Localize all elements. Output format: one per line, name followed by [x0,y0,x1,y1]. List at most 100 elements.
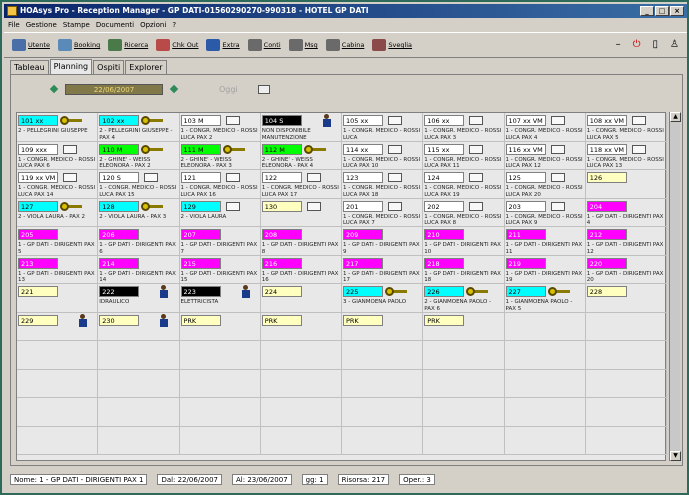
chk-out-button[interactable]: Chk Out [156,36,198,54]
search-icon [108,39,123,51]
guest-name: 1 - CONGR. MEDICO - ROSSI LUCA PAX 15 [99,185,177,198]
tab-explorer[interactable]: Explorer [125,60,167,74]
room-cell[interactable]: 101 xx 2 - PELLEGRINI GIUSEPPE [17,113,99,142]
menu-file[interactable]: File [8,19,20,31]
room-cell[interactable]: 222 IDRAULICO [98,284,180,313]
room-cell[interactable]: 211 1 - GP DATI - DIRIGENTI PAX 11 [504,227,586,256]
room-cell[interactable]: 208 1 - GP DATI - DIRIGENTI PAX 8 [260,227,342,256]
current-date[interactable]: 22/06/2007 [65,83,163,95]
room-cell[interactable]: 122 1 - CONGR. MEDICO - ROSSI LUCA PAX 17 [260,170,342,199]
minimize-button[interactable]: _ [640,6,654,16]
room-cell[interactable]: 227 1 - GIANMOENA PAOLO - PAX 5 [504,284,586,313]
room-cell[interactable]: 223 ELETTRICISTA [179,284,261,313]
room-cell[interactable]: 120 S 1 - CONGR. MEDICO - ROSSI LUCA PAX … [98,170,180,199]
maximize-button[interactable]: □ [655,6,669,16]
booking-button[interactable]: Booking [57,36,100,54]
close-button[interactable]: × [670,6,684,16]
room-cell[interactable]: 103 M 1 - CONGR. MEDICO - ROSSI LUCA PAX … [179,113,261,142]
sveglia-button[interactable]: Sveglia [372,36,412,54]
room-cell[interactable]: PRK [423,312,505,341]
room-cell[interactable]: 202 1 - CONGR. MEDICO - ROSSI LUCA PAX 8 [423,198,505,227]
menu-opzioni[interactable]: Opzioni [140,19,166,31]
room-cell[interactable]: 116 xx VM 1 - CONGR. MEDICO - ROSSI LUCA … [504,141,586,170]
menu-documenti[interactable]: Documenti [96,19,134,31]
room-cell[interactable]: 203 1 - CONGR. MEDICO - ROSSI LUCA PAX 9 [504,198,586,227]
conti-button[interactable]: Conti [247,36,281,54]
user-icon[interactable]: ♙ [670,39,679,50]
utente-button[interactable]: Utente [12,36,50,54]
room-cell[interactable]: 217 1 - GP DATI - DIRIGENTI PAX 17 [342,255,424,284]
scroll-up-button[interactable]: ▲ [670,112,681,122]
room-cell[interactable]: 118 xx VM 1 - CONGR. MEDICO - ROSSI LUCA … [585,141,667,170]
room-cell[interactable]: 218 1 - GP DATI - DIRIGENTI PAX 18 [423,255,505,284]
document-icon[interactable]: ▯ [653,39,659,50]
next-day-button[interactable] [169,84,179,94]
room-cell[interactable]: 221 [17,284,99,313]
room-cell[interactable]: 215 1 - GP DATI - DIRIGENTI PAX 15 [179,255,261,284]
power-icon[interactable]: ⏻ [633,39,641,50]
room-cell[interactable]: 212 1 - GP DATI - DIRIGENTI PAX 12 [585,227,667,256]
msg-button[interactable]: Msg [288,36,318,54]
room-cell[interactable]: 114 xx 1 - CONGR. MEDICO - ROSSI LUCA PAX… [342,141,424,170]
room-cell[interactable]: 125 1 - CONGR. MEDICO - ROSSI LUCA PAX 20 [504,170,586,199]
room-cell[interactable]: 216 1 - GP DATI - DIRIGENTI PAX 16 [260,255,342,284]
cabina-button[interactable]: Cabina [325,36,364,54]
room-cell[interactable]: 225 3 - GIANMOENA PAOLO [342,284,424,313]
room-cell[interactable]: 219 1 - GP DATI - DIRIGENTI PAX 19 [504,255,586,284]
room-cell[interactable]: 226 2 - GIANMOENA PAOLO - PAX 6 [423,284,505,313]
room-cell[interactable]: 102 xx 2 - PELLEGRINI GIUSEPPE - PAX 4 [98,113,180,142]
print-icon[interactable] [257,84,270,94]
room-cell[interactable]: 128 2 - VIOLA LAURA - PAX 3 [98,198,180,227]
room-cell[interactable]: 210 1 - GP DATI - DIRIGENTI PAX 10 [423,227,505,256]
room-cell[interactable]: PRK [179,312,261,341]
room-cell[interactable]: 107 xx VM 1 - CONGR. MEDICO - ROSSI LUCA … [504,113,586,142]
room-cell[interactable]: 229 [17,312,99,341]
vertical-scrollbar[interactable]: ▲ ▼ [669,112,681,461]
minimize-icon[interactable]: – [616,39,621,50]
room-cell[interactable]: 119 xx VM 1 - CONGR. MEDICO - ROSSI LUCA … [17,170,99,199]
tab-tableau[interactable]: Tableau [10,60,49,74]
menu-gestione[interactable]: Gestione [26,19,57,31]
room-cell[interactable]: 224 [260,284,342,313]
scroll-down-button[interactable]: ▼ [670,451,681,461]
room-cell[interactable]: 105 xx 1 - CONGR. MEDICO - ROSSI LUCA [342,113,424,142]
ricerca-button[interactable]: Ricerca [108,36,148,54]
room-cell[interactable]: 121 1 - CONGR. MEDICO - ROSSI LUCA PAX 16 [179,170,261,199]
room-cell[interactable]: 201 1 - CONGR. MEDICO - ROSSI LUCA PAX 7 [342,198,424,227]
tab-planning[interactable]: Planning [49,59,93,74]
room-cell[interactable]: 213 1 - GP DATI - DIRIGENTI PAX 13 [17,255,99,284]
room-cell[interactable]: 124 1 - CONGR. MEDICO - ROSSI LUCA PAX 19 [423,170,505,199]
room-cell[interactable]: PRK [260,312,342,341]
room-cell[interactable]: 228 [585,284,667,313]
extra-button[interactable]: Extra [206,36,240,54]
room-cell[interactable]: 112 M2 - GHINE' - WEISS ELEONORA - PAX 4 [260,141,342,170]
room-cell[interactable]: 127 2 - VIOLA LAURA - PAX 2 [17,198,99,227]
room-cell[interactable]: 110 M2 - GHINE' - WEISS ELEONORA - PAX 2 [98,141,180,170]
room-cell[interactable]: 104 S NON DISPONIBILE MANUTENZIONE [260,113,342,142]
room-cell[interactable]: 126 [585,170,667,199]
room-cell[interactable]: 111 M2 - GHINE' - WEISS ELEONORA - PAX 3 [179,141,261,170]
room-cell[interactable]: 205 1 - GP DATI - DIRIGENTI PAX 5 [17,227,99,256]
today-button[interactable]: Oggi [219,85,238,94]
room-cell[interactable]: PRK [342,312,424,341]
tab-ospiti[interactable]: Ospiti [93,60,125,74]
prev-day-button[interactable] [49,84,59,94]
room-cell[interactable]: 220 1 - GP DATI - DIRIGENTI PAX 20 [585,255,667,284]
room-cell[interactable]: 204 1 - GP DATI - DIRIGENTI PAX 4 [585,198,667,227]
menu-[interactable]: ? [172,19,176,31]
room-cell[interactable]: 106 xx 1 - CONGR. MEDICO - ROSSI LUCA PAX… [423,113,505,142]
room-cell[interactable]: 109 xxx 1 - CONGR. MEDICO - ROSSI LUCA PA… [17,141,99,170]
room-cell[interactable]: 123 1 - CONGR. MEDICO - ROSSI LUCA PAX 18 [342,170,424,199]
room-cell[interactable]: 207 1 - GP DATI - DIRIGENTI PAX 7 [179,227,261,256]
room-cell[interactable]: 129 2 - VIOLA LAURA [179,198,261,227]
room-cell[interactable]: 209 1 - GP DATI - DIRIGENTI PAX 9 [342,227,424,256]
room-number: PRK [424,314,465,326]
room-cell[interactable]: 206 1 - GP DATI - DIRIGENTI PAX 6 [98,227,180,256]
room-cell[interactable]: 230 [98,312,180,341]
room-cell[interactable]: 108 xx VM 1 - CONGR. MEDICO - ROSSI LUCA … [585,113,667,142]
guest-name: 1 - GP DATI - DIRIGENTI PAX 16 [261,270,339,284]
room-cell[interactable]: 214 1 - GP DATI - DIRIGENTI PAX 14 [98,255,180,284]
menu-stampe[interactable]: Stampe [63,19,90,31]
room-cell[interactable]: 130 [260,198,342,227]
room-cell[interactable]: 115 xx 1 - CONGR. MEDICO - ROSSI LUCA PAX… [423,141,505,170]
